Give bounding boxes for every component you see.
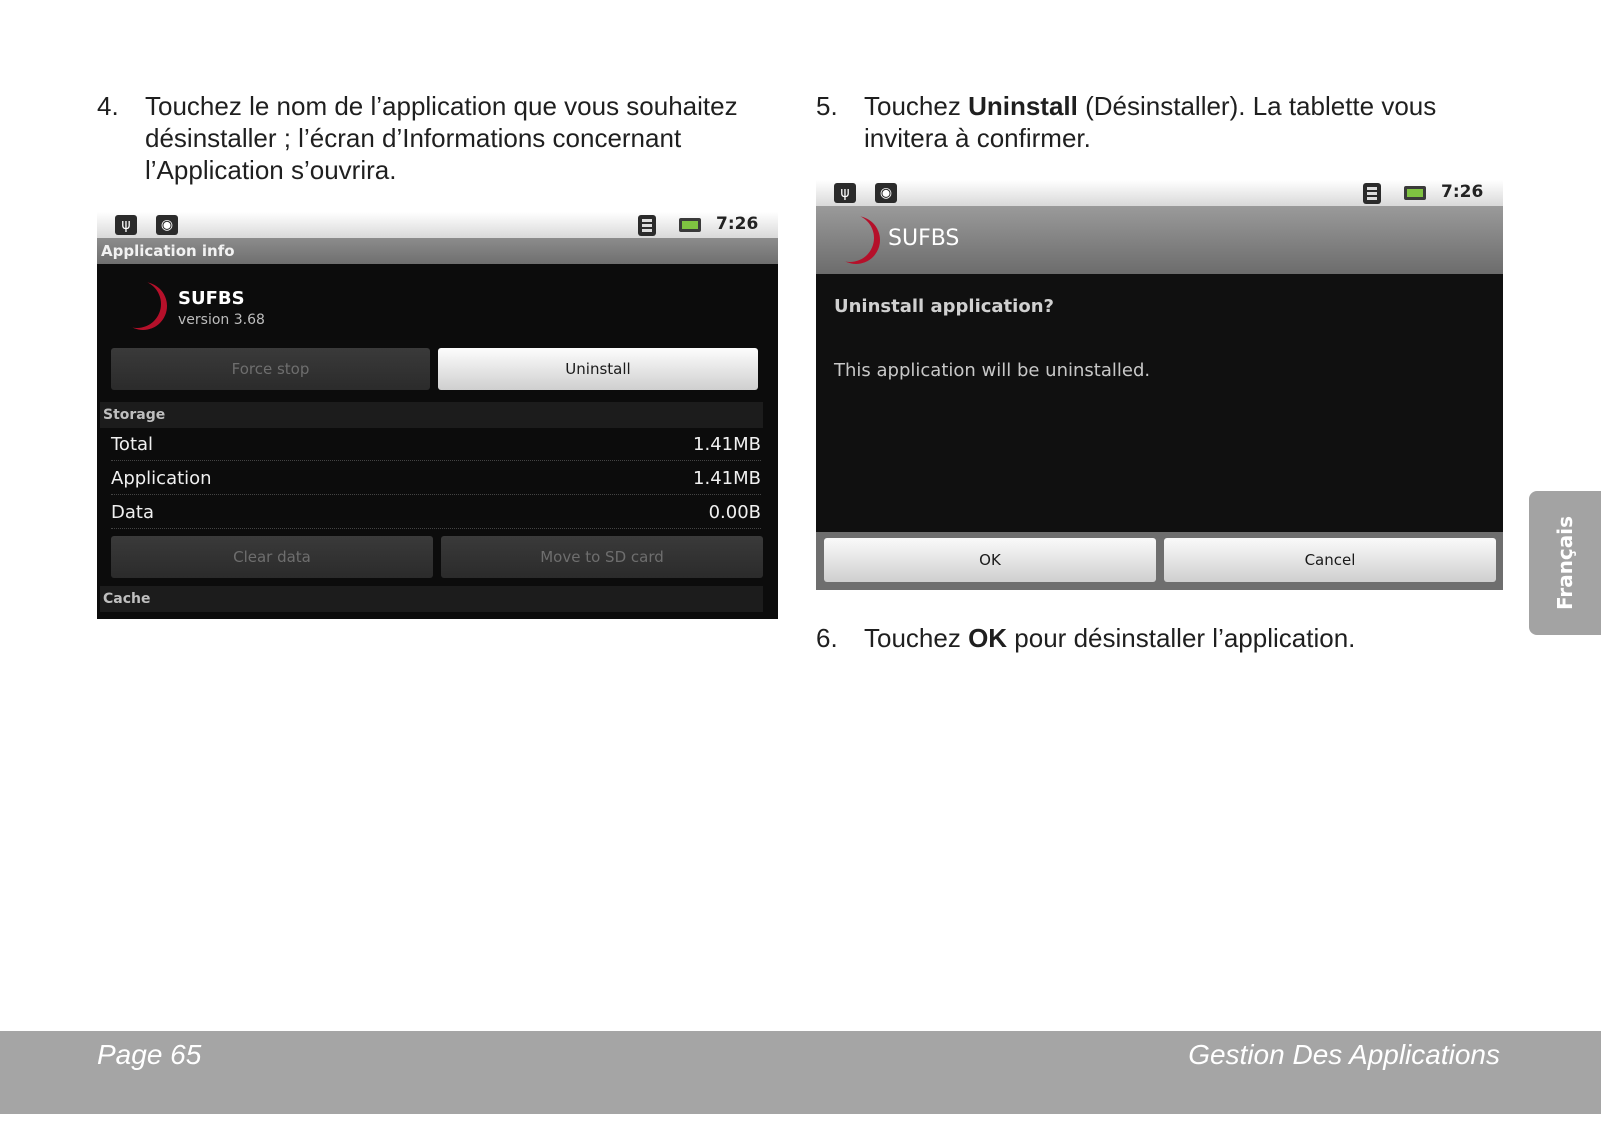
step-6: 6. Touchez OK pour désinstaller l’applic… [816,622,1506,658]
step-text: Touchez OK pour désinstaller l’applicati… [864,622,1355,654]
ok-button[interactable]: OK [824,538,1156,582]
storage-row: Application 1.41MB [111,466,761,495]
page-footer: Page 65 Gestion Des Applications [0,1031,1601,1128]
step-6-post: pour désinstaller l’application. [1007,623,1356,653]
battery-icon [1404,186,1426,200]
app-logo-icon [119,282,167,330]
app-name: SUFBS [178,288,245,309]
storage-value: 0.00B [708,502,761,523]
storage-row: Data 0.00B [111,500,761,529]
step-5-line-2: invitera à confirmer. [864,123,1091,153]
uninstall-dialog-screenshot: ψ ◉ 7:26 AM SUFBS Uninstall application?… [816,180,1503,590]
time-value: 7:26 [716,214,759,234]
footer-bottom-strip [0,1114,1601,1128]
dialog-title-bar: SUFBS [816,206,1503,274]
android-debug-icon: ◉ [875,183,897,203]
storage-label: Total [111,434,154,455]
battery-icon [679,218,701,232]
move-to-sd-button[interactable]: Move to SD card [441,536,763,578]
cancel-button[interactable]: Cancel [1164,538,1496,582]
storage-label: Application [111,468,212,489]
app-info-screenshot: ψ ◉ 7:26 AM Application info SUFBS versi… [97,212,778,619]
android-debug-icon: ◉ [156,215,178,235]
status-bar: ψ ◉ 7:26 AM [816,180,1503,220]
clear-data-button[interactable]: Clear data [111,536,433,578]
status-bar: ψ ◉ 7:26 AM [97,212,778,252]
dialog-button-bar: OK Cancel [816,532,1503,590]
step-text: Touchez Uninstall (Désinstaller). La tab… [864,90,1436,154]
step-5-pre: Touchez [864,91,969,121]
force-stop-button[interactable]: Force stop [111,348,430,390]
step-number: 4. [97,91,119,121]
step-6-bold: OK [968,623,1008,653]
storage-header: Storage [100,402,763,428]
storage-row: Total 1.41MB [111,432,761,461]
usb-icon: ψ [834,183,856,203]
step-5-post: (Désinstaller). La tablette vous [1077,91,1437,121]
app-logo-icon [832,216,880,264]
wifi-signal-icon [638,215,656,236]
step-4-line-2: désinstaller ; l’écran d’Informations co… [145,123,682,153]
dialog-message: This application will be uninstalled. [834,360,1151,381]
language-side-tab: Français [1529,491,1601,635]
step-4: 4. Touchez le nom de l’application que v… [97,90,777,190]
storage-value: 1.41MB [693,468,761,489]
usb-icon: ψ [115,215,137,235]
step-4-line-3: l’Application s’ouvrira. [145,155,397,185]
cache-header: Cache [100,586,763,612]
language-label: Français [1553,515,1577,611]
section-title: Gestion Des Applications [1188,1039,1500,1070]
step-5-line-1: Touchez Uninstall (Désinstaller). La tab… [864,90,1436,122]
step-6-pre: Touchez [864,623,969,653]
page-number: Page 65 [97,1039,202,1070]
app-info-title: Application info [97,238,778,264]
dialog-app-name: SUFBS [888,226,960,251]
step-number: 6. [816,623,838,653]
storage-label: Data [111,502,154,523]
dialog-question: Uninstall application? [834,296,1054,317]
time-value: 7:26 [1441,182,1484,202]
step-number: 5. [816,91,838,121]
step-5-bold: Uninstall [968,91,1078,121]
storage-value: 1.41MB [693,434,761,455]
wifi-signal-icon [1363,183,1381,204]
step-4-line-1: Touchez le nom de l’application que vous… [145,91,738,121]
app-version: version 3.68 [178,312,265,328]
uninstall-button[interactable]: Uninstall [438,348,758,390]
step-5: 5. Touchez Uninstall (Désinstaller). La … [816,90,1506,160]
step-text: Touchez le nom de l’application que vous… [145,90,738,186]
